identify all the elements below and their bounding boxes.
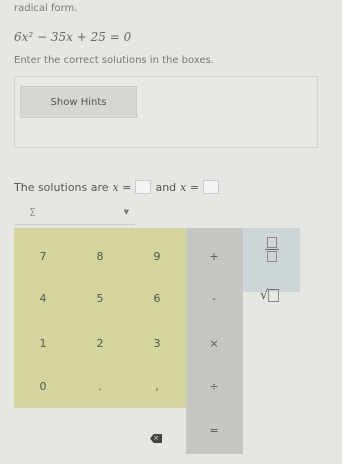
numerator-box-icon [267, 237, 277, 248]
radicand-box-icon [268, 289, 280, 302]
key-plus[interactable]: + [199, 250, 229, 263]
chevron-down-icon: ▼ [123, 208, 129, 216]
key-9[interactable]: 9 [142, 250, 172, 263]
solution-var-2: x = [180, 180, 200, 194]
key-equals[interactable]: = [199, 424, 229, 437]
key-7[interactable]: 7 [28, 250, 58, 263]
show-hints-button[interactable]: Show Hints [20, 86, 137, 118]
key-3[interactable]: 3 [142, 337, 172, 350]
key-1[interactable]: 1 [28, 337, 58, 350]
sqrt-icon: √ [260, 288, 269, 303]
symbol-dropdown[interactable]: Σ ▼ [15, 204, 135, 225]
equation: 6x² − 35x + 25 = 0 [14, 30, 132, 44]
key-8[interactable]: 8 [85, 250, 115, 263]
solution-prefix: The solutions are [14, 180, 109, 194]
instruction-text: Enter the correct solutions in the boxes… [14, 55, 214, 66]
key-comma[interactable]: , [142, 380, 172, 393]
solution-var-1: x = [112, 180, 132, 194]
key-6[interactable]: 6 [142, 292, 172, 305]
radical-form-text: radical form. [14, 3, 78, 14]
sqrt-key[interactable]: √ [260, 288, 280, 303]
key-minus[interactable]: - [199, 292, 229, 305]
backspace-key[interactable]: × [150, 425, 162, 444]
fraction-key[interactable] [262, 236, 282, 263]
solution-connector: and [155, 180, 177, 194]
solution-line: The solutions are x = and x = [14, 180, 220, 194]
key-0[interactable]: 0 [28, 380, 58, 393]
key-5[interactable]: 5 [85, 292, 115, 305]
backspace-icon: × [150, 434, 162, 443]
show-hints-label: Show Hints [50, 96, 107, 108]
key-4[interactable]: 4 [28, 292, 58, 305]
sigma-icon: Σ [29, 206, 36, 219]
key-decimal[interactable]: . [85, 380, 115, 393]
denominator-box-icon [267, 251, 277, 262]
answer-box-1[interactable] [135, 180, 152, 194]
key-divide[interactable]: ÷ [199, 380, 229, 393]
answer-box-2[interactable] [203, 180, 220, 194]
key-2[interactable]: 2 [85, 337, 115, 350]
fraction-bar-icon [265, 249, 279, 250]
key-multiply[interactable]: × [199, 337, 229, 350]
